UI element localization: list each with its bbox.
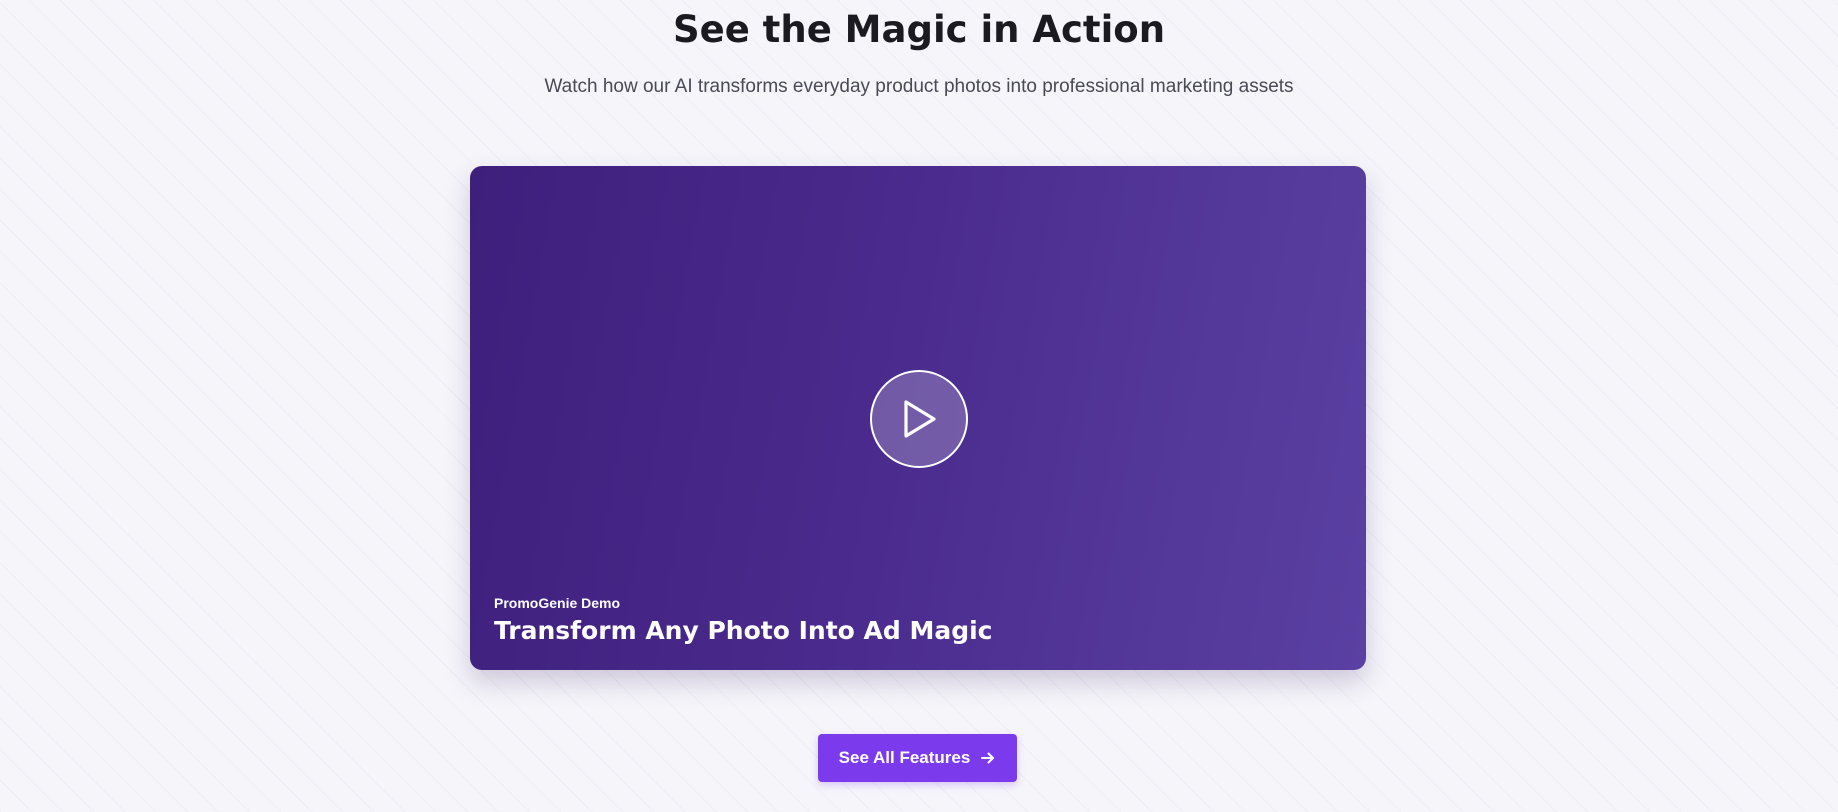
section-subtitle: Watch how our AI transforms everyday pro… bbox=[544, 76, 1294, 97]
video-caption: PromoGenie Demo Transform Any Photo Into… bbox=[494, 594, 993, 648]
see-all-features-label: See All Features bbox=[838, 748, 971, 767]
arrow-right-icon bbox=[980, 750, 996, 766]
video-heading: Transform Any Photo Into Ad Magic bbox=[494, 616, 993, 645]
video-eyebrow: PromoGenie Demo bbox=[494, 595, 621, 611]
section-title: See the Magic in Action bbox=[672, 8, 1166, 51]
demo-video-card[interactable]: PromoGenie Demo Transform Any Photo Into… bbox=[470, 166, 1366, 670]
play-icon bbox=[900, 398, 938, 440]
play-button[interactable] bbox=[870, 370, 968, 468]
see-all-features-button[interactable]: See All Features bbox=[818, 734, 1017, 782]
